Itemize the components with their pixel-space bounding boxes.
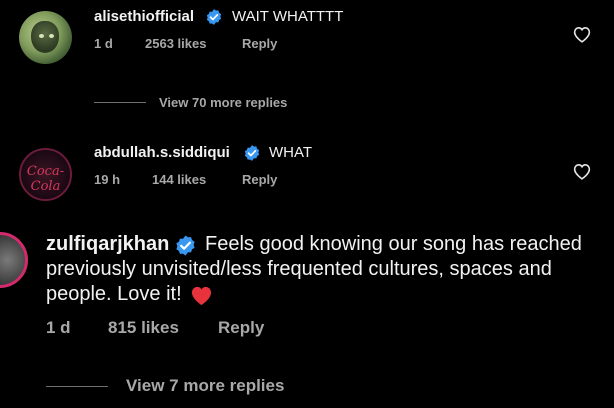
comment-time: 19 h — [94, 172, 121, 187]
avatar-abdullah-s-siddiqui[interactable]: Coca-Cola — [19, 148, 72, 201]
comment-text-line-3: people. Love it! — [46, 283, 182, 305]
heart-outline-icon[interactable] — [572, 162, 592, 180]
avatar-eye — [49, 34, 54, 38]
red-heart-emoji — [191, 286, 212, 306]
view-more-replies-link[interactable]: View 70 more replies — [159, 95, 287, 110]
comment-time: 1 d — [94, 36, 113, 51]
comment-text-line-2: previously unvisited/less frequented cul… — [46, 258, 552, 280]
reply-button[interactable]: Reply — [242, 172, 277, 187]
reply-button[interactable]: Reply — [242, 36, 277, 51]
replies-divider-line — [94, 102, 146, 103]
comment-username[interactable]: alisethiofficial — [94, 8, 194, 25]
avatar-alisethiofficial[interactable] — [19, 11, 72, 64]
comment-text: WHAT — [269, 144, 313, 161]
heart-outline-icon[interactable] — [572, 25, 592, 43]
comment-likes[interactable]: 815 likes — [108, 318, 179, 338]
reply-button[interactable]: Reply — [218, 318, 264, 338]
verified-badge-icon — [244, 145, 260, 161]
comment-likes[interactable]: 144 likes — [152, 172, 206, 187]
comment-likes[interactable]: 2563 likes — [145, 36, 206, 51]
avatar-zulfiqarjkhan[interactable] — [0, 232, 28, 288]
comment-text-line-1: Feels good knowing our song has reached — [205, 233, 582, 255]
avatar-eye — [39, 34, 44, 38]
verified-badge-icon — [176, 235, 195, 256]
comment-username[interactable]: abdullah.s.siddiqui — [94, 144, 230, 161]
avatar-face — [31, 21, 59, 53]
view-more-replies-link[interactable]: View 7 more replies — [126, 376, 284, 396]
comment-username[interactable]: zulfiqarjkhan — [46, 233, 169, 256]
comment-time: 1 d — [46, 318, 71, 337]
verified-badge-icon — [206, 9, 222, 25]
coca-cola-logo: Coca-Cola — [26, 164, 65, 194]
comment-text: WAIT WHATTTT — [232, 8, 344, 25]
replies-divider-line — [46, 386, 108, 387]
